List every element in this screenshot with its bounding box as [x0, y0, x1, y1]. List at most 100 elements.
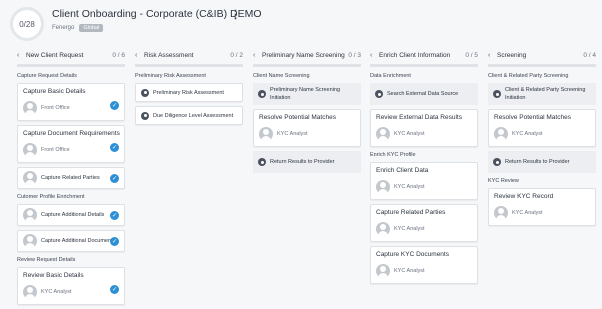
- task-assignee: Front Office: [23, 101, 119, 115]
- stage-column: ‹ Risk Assessment 0 / 2 Preliminary Risk As…: [135, 48, 243, 129]
- user-avatar-icon: [376, 180, 390, 194]
- section-title: KYC Review: [488, 178, 519, 184]
- task-assignee: Front Office: [23, 143, 119, 157]
- stage-name: New Client Request: [26, 51, 84, 59]
- more-options-icon[interactable]: ⋮: [230, 8, 241, 21]
- system-task-card[interactable]: Preliminary Risk Assessment: [135, 83, 243, 102]
- system-task-row[interactable]: Preliminary Name Screening Initiation: [253, 83, 361, 105]
- auto-task-card[interactable]: Capture Additional Details ✓: [17, 204, 125, 226]
- stage-name: Enrich Client Information: [379, 51, 451, 59]
- chevron-left-icon[interactable]: ‹: [17, 52, 26, 59]
- task-card[interactable]: Capture Basic Details Front Office ✓: [17, 83, 125, 121]
- system-task-row[interactable]: Return Results to Provider: [488, 151, 596, 173]
- system-task-card[interactable]: Due Diligence Level Assessment: [135, 106, 243, 125]
- auto-task-card[interactable]: Capture Related Parties ✓: [17, 167, 125, 189]
- user-avatar-icon: [23, 171, 37, 185]
- section-title: Enrich KYC Profile: [370, 152, 416, 158]
- task-title: Search External Data Source: [387, 91, 459, 97]
- task-title: Review KYC Record: [494, 193, 554, 200]
- task-card[interactable]: Capture KYC Documents KYC Analyst: [370, 246, 478, 284]
- assignee-name: Front Office: [41, 147, 70, 153]
- task-assignee: KYC Analyst: [376, 264, 472, 278]
- stage-header[interactable]: ‹ Screening 0 / 4: [488, 48, 596, 62]
- task-title: Due Diligence Level Assessment: [153, 112, 234, 119]
- section-title: Capture Request Details: [17, 73, 77, 79]
- task-card[interactable]: Resolve Potential Matches KYC Analyst: [488, 109, 596, 147]
- chevron-left-icon[interactable]: ‹: [370, 52, 379, 59]
- org-name: Fenergo: [52, 25, 75, 31]
- assignee-name: KYC Analyst: [394, 131, 425, 137]
- task-card[interactable]: Capture Document Requirements Front Offic…: [17, 125, 125, 163]
- progress-count: 0/28: [19, 19, 35, 29]
- task-assignee: KYC Analyst: [494, 127, 590, 141]
- assignee-name: Front Office: [41, 105, 70, 111]
- gear-icon: [258, 158, 266, 166]
- status-check-icon: ✓: [110, 211, 119, 220]
- task-title: Review External Data Results: [376, 114, 462, 121]
- task-title: Enrich Client Data: [376, 167, 429, 174]
- user-avatar-icon: [494, 206, 508, 220]
- section-title: Review Request Details: [17, 257, 76, 263]
- section-title: Preliminary Risk Assessment: [135, 73, 206, 79]
- stage-progress-bar: [17, 64, 125, 67]
- header-subline: Fenergo Global: [52, 24, 104, 32]
- task-card[interactable]: Enrich Client Data KYC Analyst: [370, 162, 478, 200]
- task-card[interactable]: Capture Related Parties KYC Analyst: [370, 204, 478, 242]
- gear-icon: [493, 158, 501, 166]
- system-task-row[interactable]: Return Results to Provider: [253, 151, 361, 173]
- stage-column: ‹ Enrich Client Information 0 / 5 Data Enri…: [370, 48, 478, 288]
- user-avatar-icon: [376, 264, 390, 278]
- auto-task-card[interactable]: Capture Additional Documents ✓: [17, 230, 125, 252]
- gear-icon: [258, 90, 266, 98]
- task-card[interactable]: Review External Data Results KYC Analyst: [370, 109, 478, 147]
- chevron-left-icon[interactable]: ‹: [135, 52, 144, 59]
- section-title: Data Enrichment: [370, 73, 411, 79]
- stage-count: 0 / 3: [348, 51, 361, 59]
- task-assignee: KYC Analyst: [494, 206, 590, 220]
- chevron-left-icon[interactable]: ‹: [253, 52, 262, 59]
- task-title: Capture Related Parties: [41, 175, 100, 181]
- user-avatar-icon: [23, 101, 37, 115]
- assignee-name: KYC Analyst: [394, 184, 425, 190]
- status-check-icon: ✓: [110, 285, 119, 294]
- user-avatar-icon: [23, 285, 37, 299]
- gear-icon: [493, 90, 501, 98]
- stage-header[interactable]: ‹ Risk Assessment 0 / 2: [135, 48, 243, 62]
- stage-header[interactable]: ‹ Preliminary Name Screening 0 / 3: [253, 48, 361, 62]
- task-title: Capture KYC Documents: [376, 251, 449, 258]
- chevron-left-icon[interactable]: ‹: [488, 52, 497, 59]
- task-title: Resolve Potential Matches: [259, 114, 336, 121]
- stage-count: 0 / 4: [583, 51, 596, 59]
- task-assignee: KYC Analyst: [376, 127, 472, 141]
- gear-icon: [141, 111, 149, 120]
- task-card[interactable]: Resolve Potential Matches KYC Analyst: [253, 109, 361, 147]
- section-title: Client & Related Party Screening: [488, 73, 569, 79]
- page-header: 0/28 Client Onboarding - Corporate (C&IB…: [0, 0, 602, 46]
- user-avatar-icon: [23, 208, 37, 222]
- section-title: Cutomer Profile Enrichment: [17, 194, 85, 200]
- stage-name: Screening: [497, 51, 527, 59]
- stage-header[interactable]: ‹ Enrich Client Information 0 / 5: [370, 48, 478, 62]
- stage-name: Preliminary Name Screening: [262, 51, 345, 59]
- user-avatar-icon: [376, 222, 390, 236]
- task-card[interactable]: Review KYC Record KYC Analyst: [488, 188, 596, 226]
- status-check-icon: ✓: [110, 237, 119, 246]
- stage-count: 0 / 6: [112, 51, 125, 59]
- task-assignee: KYC Analyst: [23, 285, 119, 299]
- user-avatar-icon: [494, 127, 508, 141]
- assignee-name: KYC Analyst: [512, 210, 543, 216]
- stage-column: ‹ Screening 0 / 4 Client & Related Party Sc…: [488, 48, 596, 230]
- assignee-name: KYC Analyst: [277, 131, 308, 137]
- task-assignee: KYC Analyst: [376, 222, 472, 236]
- assignee-name: KYC Analyst: [41, 289, 72, 295]
- system-task-row[interactable]: Search External Data Source: [370, 83, 478, 105]
- stage-header[interactable]: ‹ New Client Request 0 / 6: [17, 48, 125, 62]
- system-task-row[interactable]: Client & Related Party Screening Initiat…: [488, 83, 596, 105]
- task-title: Resolve Potential Matches: [494, 114, 571, 121]
- task-card[interactable]: Review Basic Details KYC Analyst ✓: [17, 267, 125, 305]
- gear-icon: [141, 88, 149, 97]
- task-title: Capture Additional Documents: [41, 238, 116, 244]
- stage-progress-bar: [488, 64, 596, 67]
- task-title: Client & Related Party Screening Initiat…: [505, 87, 586, 101]
- stage-name: Risk Assessment: [144, 51, 194, 59]
